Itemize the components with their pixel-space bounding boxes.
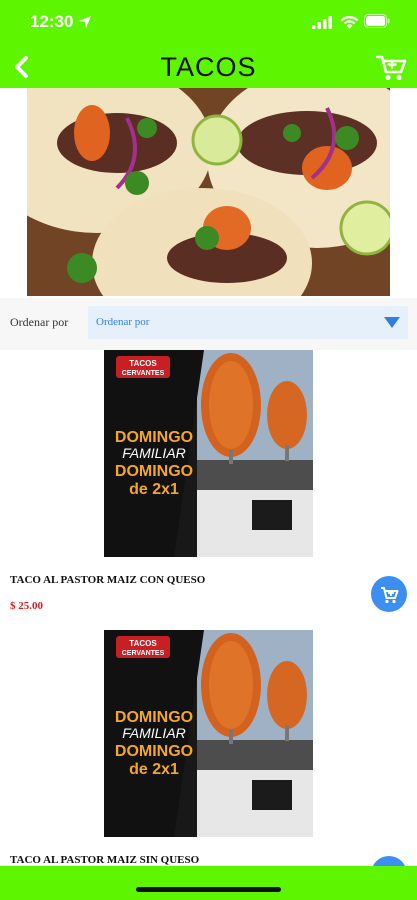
location-arrow-icon (79, 16, 91, 28)
bottom-bar (0, 866, 417, 900)
product-image[interactable]: TACOS CERVANTES DOMINGO FAMILIAR DOMINGO… (104, 350, 313, 557)
sort-bar: Ordenar por Ordenar por (0, 298, 417, 350)
cart-icon[interactable] (376, 54, 408, 82)
product-price: $ 25.00 (10, 600, 43, 612)
page-title: TACOS (160, 52, 257, 82)
battery-icon (364, 14, 390, 28)
signal-icon (312, 16, 332, 29)
promo-line-2: FAMILIAR (122, 725, 186, 741)
top-bar: 12:30 TACOS (0, 0, 417, 88)
sort-dropdown[interactable]: Ordenar por (88, 306, 408, 339)
product-image[interactable]: TACOS CERVANTES DOMINGO FAMILIAR DOMINGO… (104, 630, 313, 837)
promo-line-1: DOMINGO (115, 429, 193, 446)
product-name[interactable]: TACO AL PASTOR MAIZ CON QUESO (10, 574, 205, 586)
status-time: 12:30 (30, 12, 74, 31)
promo-line-4: de 2x1 (129, 481, 179, 498)
brand-top-text: TACOS (129, 639, 157, 648)
sort-label: Ordenar por (10, 315, 69, 329)
chevron-down-icon (384, 317, 400, 328)
home-indicator[interactable] (136, 887, 281, 892)
status-bar: 12:30 (0, 0, 417, 44)
brand-bottom-text: CERVANTES (122, 370, 165, 377)
promo-line-3: DOMINGO (115, 743, 193, 760)
product-name[interactable]: TACO AL PASTOR MAIZ SIN QUESO (10, 854, 199, 866)
add-to-cart-button[interactable] (371, 576, 407, 612)
category-banner-image (27, 88, 390, 296)
cart-add-icon (381, 587, 399, 604)
wifi-icon (340, 15, 359, 29)
brand-top-text: TACOS (129, 359, 157, 368)
promo-line-1: DOMINGO (115, 709, 193, 726)
sort-selected-value: Ordenar por (96, 316, 150, 328)
promo-line-3: DOMINGO (115, 463, 193, 480)
promo-line-4: de 2x1 (129, 761, 179, 778)
brand-bottom-text: CERVANTES (122, 650, 165, 657)
promo-line-2: FAMILIAR (122, 445, 186, 461)
